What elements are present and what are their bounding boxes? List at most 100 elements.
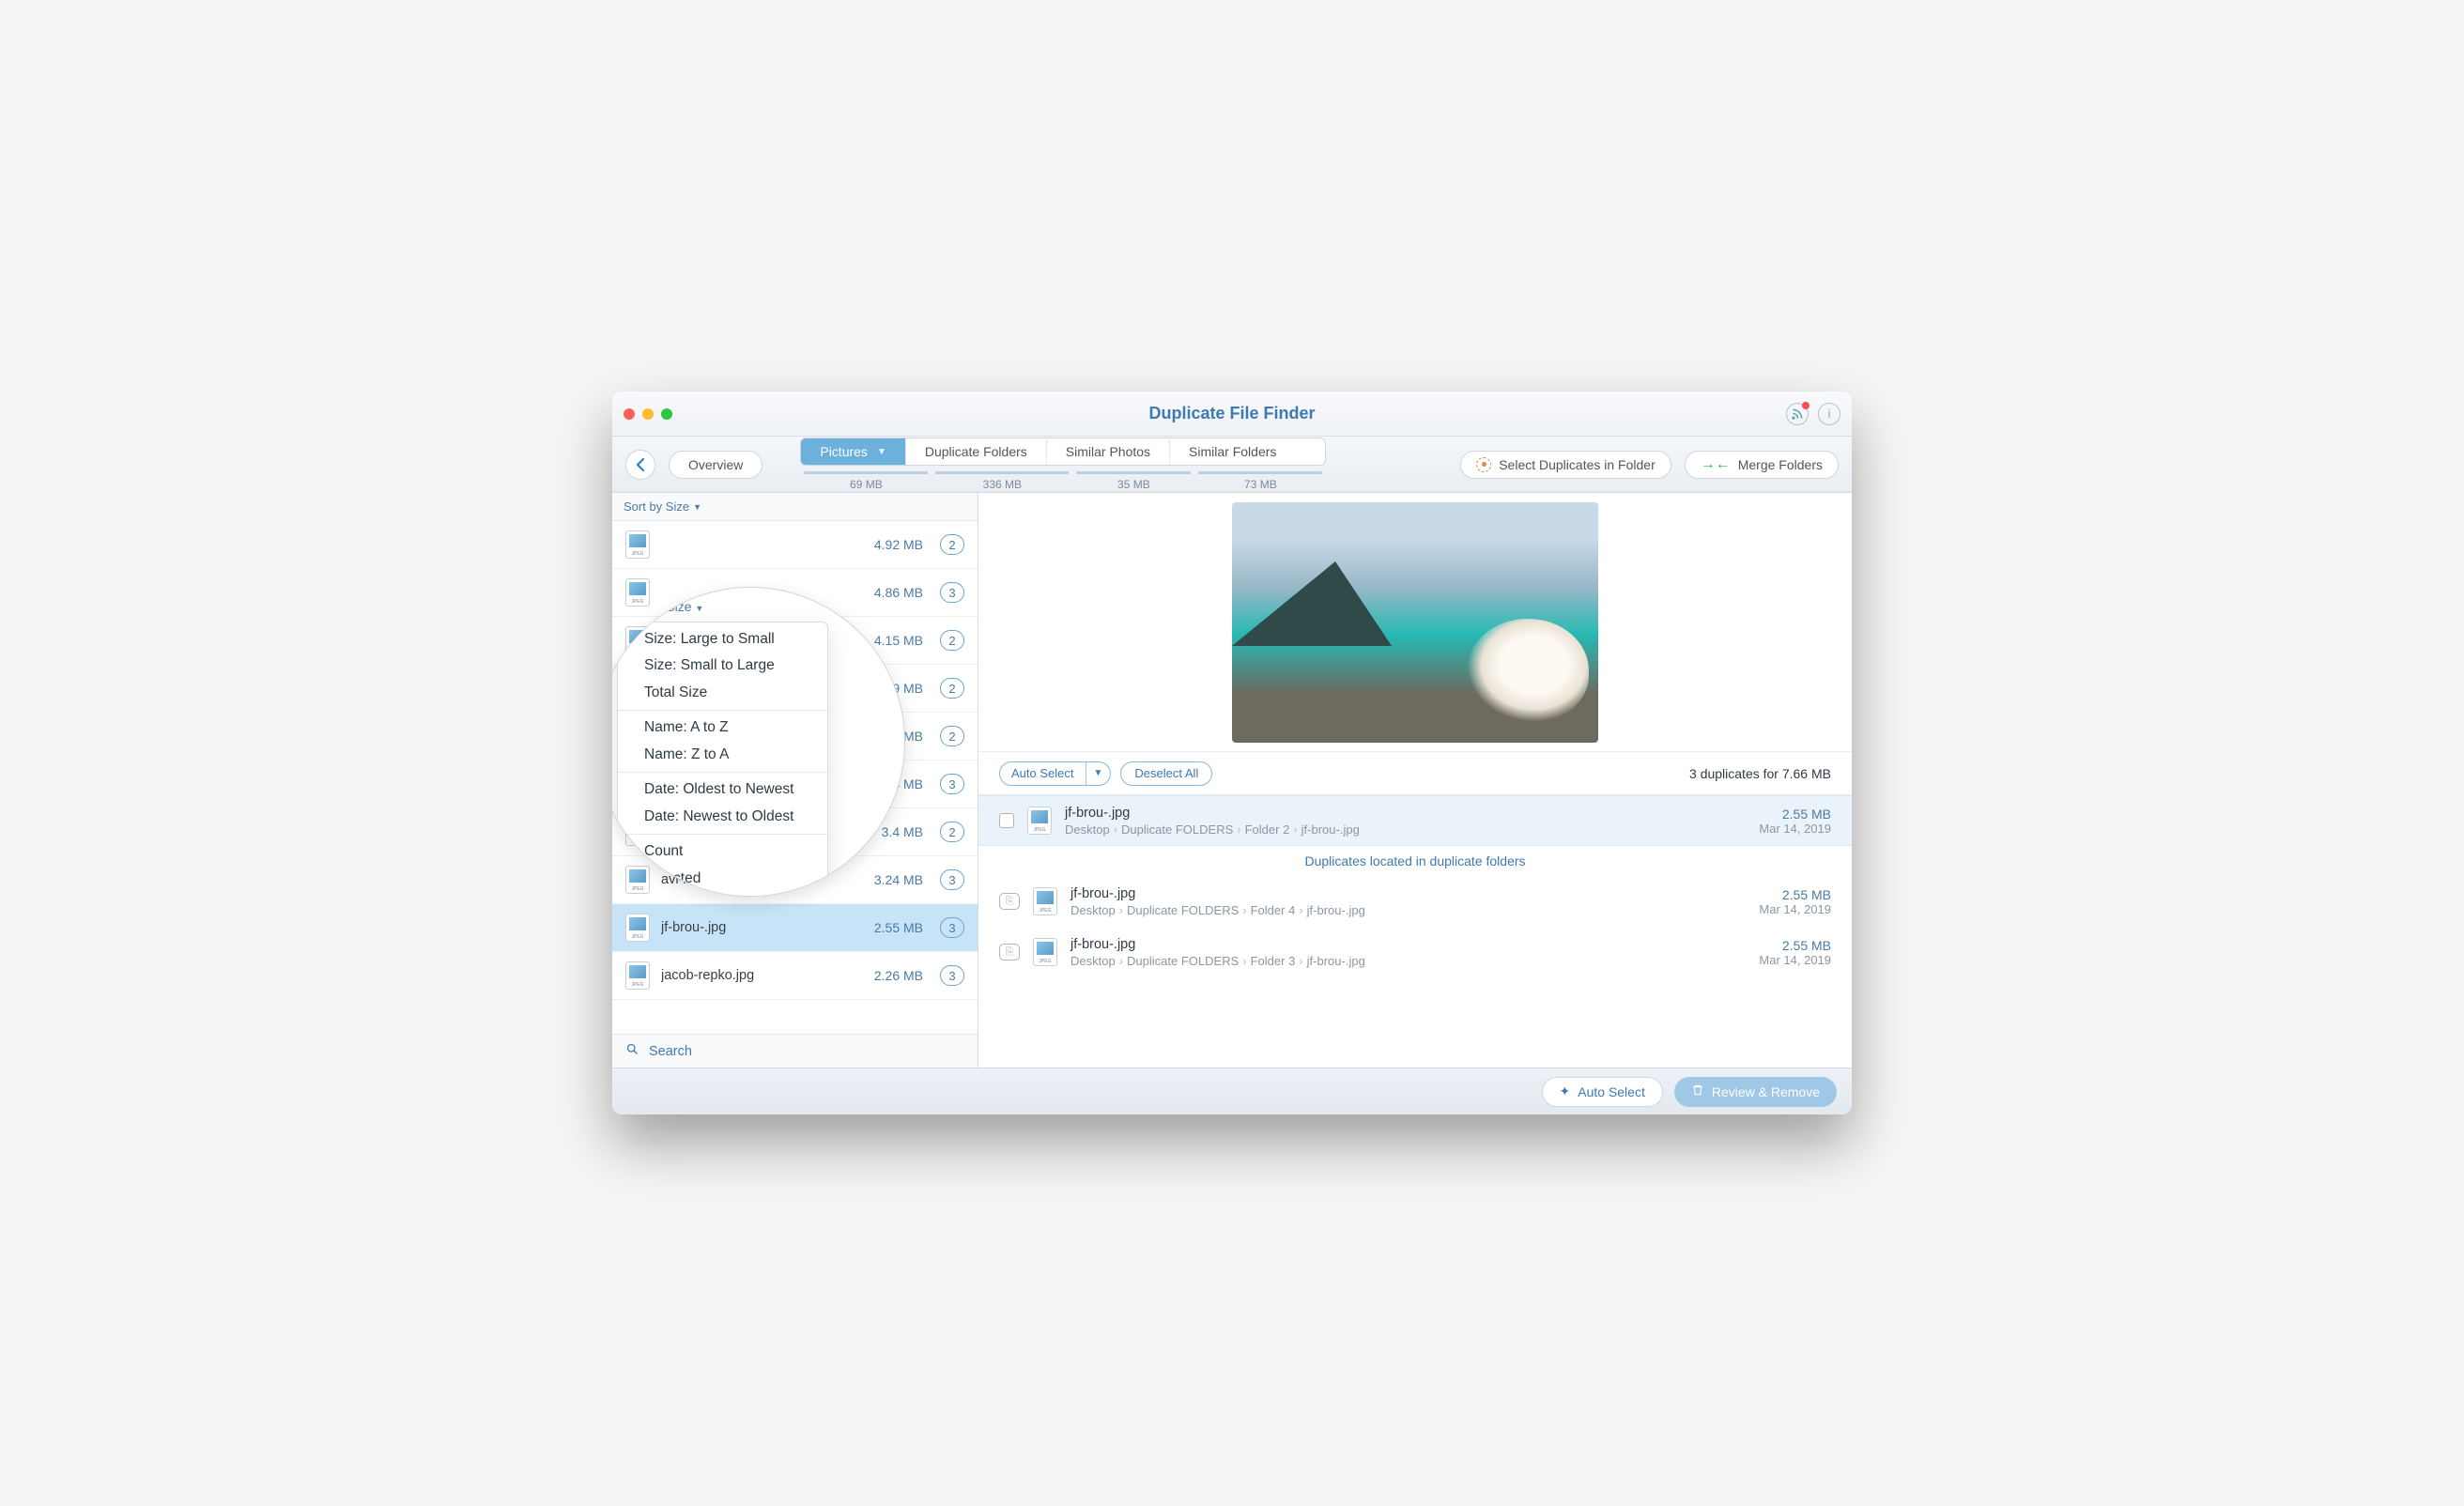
chevron-down-icon: ▼ [1086,768,1111,778]
linked-folder-icon [999,944,1020,960]
tab-pictures[interactable]: Pictures ▼ [801,438,905,465]
sort-label: Sort by Size ▼ [617,593,904,622]
search-placeholder: Search [649,1044,692,1059]
jpeg-file-icon [1027,807,1052,835]
duplicate-file-path: Desktop›Duplicate FOLDERS›Folder 4›jf-br… [1070,903,1746,917]
file-size: 4.92 MB [874,537,923,552]
app-window: Duplicate File Finder i Overview Picture… [612,392,1852,1114]
duplicate-count-badge: 2 [940,630,964,651]
duplicate-count-badge: 2 [940,534,964,555]
toolbar: Overview Pictures ▼ Duplicate Folders Si… [612,437,1852,493]
info-button[interactable]: i [1818,403,1840,425]
duplicate-file-name: jf-brou-.jpg [1070,937,1746,952]
tab-size: 69 MB [800,478,932,491]
row-checkbox[interactable] [999,813,1014,828]
sort-dropdown[interactable]: Sort by Size ▼ [612,493,978,521]
duplicate-file-size: 2.55 MB [1759,807,1831,822]
tab-size-bar [804,471,928,474]
tab-duplicate-folders[interactable]: Duplicate Folders [906,438,1047,465]
sort-menu-item[interactable]: Size: Small to Large [618,653,827,679]
duplicate-file-name: jf-brou-.jpg [1065,806,1746,821]
titlebar: Duplicate File Finder i [612,392,1852,437]
jpeg-file-icon [1033,887,1057,915]
duplicate-summary: 3 duplicates for 7.66 MB [1689,766,1831,781]
duplicate-file-size: 2.55 MB [1759,938,1831,953]
jpeg-file-icon [625,530,650,559]
merge-icon: →← [1701,456,1731,473]
merge-folders-button[interactable]: →← Merge Folders [1685,451,1839,479]
tab-size: 73 MB [1194,478,1326,491]
sort-menu-item[interactable]: Total Size [618,680,827,706]
review-remove-button[interactable]: Review & Remove [1674,1077,1837,1107]
sort-menu-item[interactable]: Date: Oldest to Newest [618,776,827,803]
sort-menu-item[interactable]: Size: Large to Small [618,626,827,653]
sort-menu-item[interactable]: Date: Newest to Oldest [618,804,827,830]
back-button[interactable] [625,450,655,480]
duplicate-count-badge: 2 [940,678,964,699]
duplicate-file-size: 2.55 MB [1759,887,1831,902]
duplicate-file-name: jf-brou-.jpg [1070,886,1746,901]
detail-pane: Auto Select ▼ Deselect All 3 duplicates … [978,493,1852,1068]
duplicate-count-badge: 2 [940,726,964,746]
duplicate-count-badge: 3 [940,869,964,890]
file-row[interactable]: jf-brou-.jpg2.55 MB3 [612,904,978,952]
search-field[interactable]: Search [612,1034,978,1068]
jpeg-file-icon [1033,938,1057,966]
feed-button[interactable] [1786,403,1809,425]
chevron-down-icon: ▼ [693,502,701,512]
footer-auto-select-button[interactable]: ✦ Auto Select [1542,1077,1663,1107]
file-size: 2.26 MB [874,968,923,983]
search-icon [625,1042,639,1060]
duplicate-file-path: Desktop›Duplicate FOLDERS›Folder 3›jf-br… [1070,954,1746,968]
preview-image [1232,502,1598,743]
tab-similar-photos[interactable]: Similar Photos [1047,438,1170,465]
duplicate-count-badge: 3 [940,774,964,794]
sort-menu[interactable]: Size: Large to SmallSize: Small to Large… [617,622,828,897]
button-label: Select Duplicates in Folder [1499,457,1656,472]
overview-button[interactable]: Overview [669,451,762,479]
auto-select-dropdown[interactable]: Auto Select ▼ [999,761,1111,786]
select-duplicates-button[interactable]: Select Duplicates in Folder [1460,451,1671,479]
wand-icon: ✦ [1560,1083,1571,1099]
sort-label: Sort by Size [624,499,689,514]
category-tabs: Pictures ▼ Duplicate Folders Similar Pho… [800,438,1326,491]
duplicate-file-path: Desktop›Duplicate FOLDERS›Folder 2›jf-br… [1065,822,1746,837]
duplicate-file-date: Mar 14, 2019 [1759,822,1831,836]
chevron-down-icon[interactable]: ▼ [877,447,886,457]
sort-menu-item[interactable]: Name: A to Z [618,715,827,741]
button-label: Auto Select [1578,1084,1645,1099]
file-row[interactable]: 4.92 MB 2 [612,521,978,569]
tab-size-bar [1198,471,1322,474]
duplicate-count-badge: 3 [940,582,964,603]
jpeg-file-icon [625,914,650,942]
duplicate-row[interactable]: jf-brou-.jpg Desktop›Duplicate FOLDERS›Fo… [978,927,1852,977]
footer: ✦ Auto Select Review & Remove [612,1068,1852,1114]
duplicate-banner: Duplicates located in duplicate folders [978,846,1852,876]
file-row[interactable]: jacob-repko.jpg2.26 MB3 [612,952,978,1000]
linked-folder-icon [999,893,1020,910]
tab-label: Pictures [820,444,868,459]
sort-menu-item[interactable]: Count [618,838,827,865]
jpeg-file-icon [625,961,650,990]
deselect-all-button[interactable]: Deselect All [1120,761,1212,786]
tab-size-bar [1076,471,1191,474]
tab-size-bar [935,471,1069,474]
duplicate-file-date: Mar 14, 2019 [1759,902,1831,916]
button-label: Auto Select [1000,762,1086,785]
button-label: Review & Remove [1712,1084,1820,1099]
tab-size: 35 MB [1072,478,1194,491]
tab-size: 336 MB [932,478,1072,491]
sort-menu-item[interactable]: Selected [618,866,827,892]
duplicate-count-badge: 2 [940,822,964,842]
sort-menu-magnifier: Sort by Size ▼ Size: Large to SmallSize:… [612,587,905,897]
file-size: 2.55 MB [874,920,923,935]
sort-menu-item[interactable]: Name: Z to A [618,742,827,768]
duplicate-row[interactable]: jf-brou-.jpgDesktop›Duplicate FOLDERS›Fo… [978,795,1852,846]
tab-similar-folders[interactable]: Similar Folders [1170,438,1295,465]
duplicate-row[interactable]: jf-brou-.jpg Desktop›Duplicate FOLDERS›Fo… [978,876,1852,927]
file-name: jf-brou-.jpg [661,920,863,935]
file-name: jacob-repko.jpg [661,968,863,983]
app-title: Duplicate File Finder [612,404,1852,423]
duplicate-list[interactable]: jf-brou-.jpgDesktop›Duplicate FOLDERS›Fo… [978,795,1852,1068]
duplicate-toolbar: Auto Select ▼ Deselect All 3 duplicates … [978,752,1852,795]
